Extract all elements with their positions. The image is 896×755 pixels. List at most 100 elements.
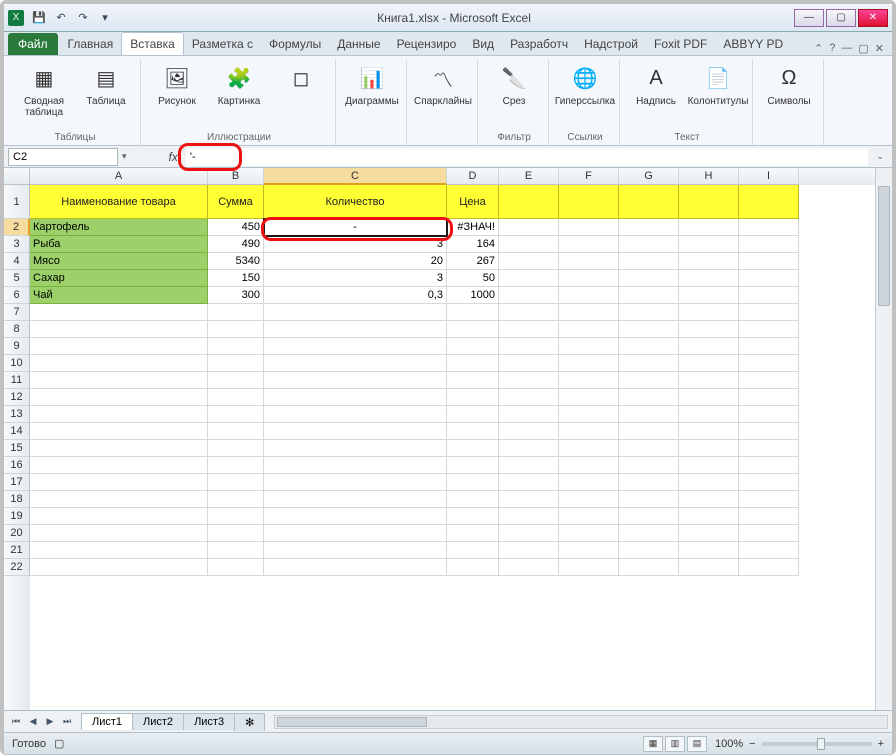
cell[interactable] (679, 185, 739, 219)
cell[interactable] (499, 287, 559, 304)
cell[interactable] (499, 559, 559, 576)
redo-button[interactable]: ↷ (74, 9, 92, 27)
cell[interactable] (264, 508, 447, 525)
cell[interactable] (447, 304, 499, 321)
namebox-dropdown-icon[interactable]: ▾ (122, 151, 127, 162)
cell[interactable] (264, 423, 447, 440)
vertical-scrollbar[interactable] (875, 168, 892, 710)
cell[interactable] (619, 355, 679, 372)
cell[interactable] (619, 270, 679, 287)
cell[interactable] (619, 219, 679, 236)
new-sheet-button[interactable]: ✻ (234, 713, 265, 731)
cell[interactable] (499, 525, 559, 542)
row-header-1[interactable]: 1 (4, 185, 30, 219)
cell[interactable] (619, 457, 679, 474)
cell[interactable] (447, 525, 499, 542)
cell[interactable] (739, 321, 799, 338)
cell[interactable] (447, 321, 499, 338)
cell[interactable] (447, 542, 499, 559)
cell[interactable] (679, 355, 739, 372)
cell[interactable] (679, 440, 739, 457)
ribbon-minimize-icon[interactable]: ⌃ (814, 42, 823, 55)
row-header-13[interactable]: 13 (4, 406, 30, 423)
cell[interactable] (619, 372, 679, 389)
cell[interactable] (30, 338, 208, 355)
cell[interactable] (679, 423, 739, 440)
row-header-6[interactable]: 6 (4, 287, 30, 304)
column-header-B[interactable]: B (208, 168, 264, 185)
cell[interactable]: Картофель (30, 219, 208, 236)
cell[interactable] (499, 355, 559, 372)
cell[interactable] (739, 389, 799, 406)
cell[interactable] (447, 338, 499, 355)
cell[interactable] (619, 304, 679, 321)
cell[interactable] (447, 423, 499, 440)
row-header-18[interactable]: 18 (4, 491, 30, 508)
cell[interactable] (447, 508, 499, 525)
cell[interactable]: 50 (447, 270, 499, 287)
cells-area[interactable]: Наименование товараСуммаКоличествоЦенаКа… (30, 185, 875, 710)
cell[interactable] (619, 389, 679, 406)
tab-review[interactable]: Рецензиро (389, 33, 465, 55)
cell[interactable] (559, 372, 619, 389)
cell[interactable] (619, 338, 679, 355)
fx-icon[interactable]: fx (165, 150, 182, 164)
save-button[interactable]: 💾 (30, 9, 48, 27)
macro-record-icon[interactable]: ▢ (54, 737, 64, 750)
cell[interactable] (619, 440, 679, 457)
cell[interactable] (619, 559, 679, 576)
cell[interactable] (679, 321, 739, 338)
sparklines-button[interactable]: 〽Спарклайны (415, 60, 471, 107)
cell[interactable] (739, 372, 799, 389)
formula-expand-icon[interactable]: ⌄ (872, 151, 888, 162)
cell[interactable] (499, 219, 559, 236)
picture-button[interactable]: 🖼Рисунок (149, 60, 205, 107)
cell[interactable] (619, 287, 679, 304)
cell[interactable]: 450 (208, 219, 264, 236)
cell[interactable] (679, 236, 739, 253)
row-header-8[interactable]: 8 (4, 321, 30, 338)
cell[interactable] (499, 457, 559, 474)
cell[interactable] (30, 508, 208, 525)
cell[interactable] (208, 304, 264, 321)
row-header-21[interactable]: 21 (4, 542, 30, 559)
cell[interactable] (739, 219, 799, 236)
cell[interactable] (30, 474, 208, 491)
cell[interactable]: Рыба (30, 236, 208, 253)
slicer-button[interactable]: 🔪Срез (486, 60, 542, 107)
cell[interactable] (559, 525, 619, 542)
help-icon[interactable]: ? (829, 42, 835, 55)
cell[interactable] (264, 304, 447, 321)
cell[interactable] (30, 542, 208, 559)
cell[interactable] (679, 406, 739, 423)
cell[interactable] (208, 389, 264, 406)
row-header-16[interactable]: 16 (4, 457, 30, 474)
cell[interactable] (559, 423, 619, 440)
cell[interactable] (739, 287, 799, 304)
cell[interactable] (447, 457, 499, 474)
cell[interactable] (559, 457, 619, 474)
view-pagelayout[interactable]: ▥ (665, 736, 685, 752)
cell[interactable]: 3 (264, 236, 447, 253)
cell[interactable] (447, 389, 499, 406)
tab-foxit[interactable]: Foxit PDF (646, 33, 715, 55)
maximize-button[interactable]: ▢ (826, 9, 856, 27)
undo-button[interactable]: ↶ (52, 9, 70, 27)
cell[interactable] (559, 219, 619, 236)
cell[interactable] (739, 457, 799, 474)
cell[interactable] (447, 559, 499, 576)
pivot-table-button[interactable]: ▦Сводная таблица (16, 60, 72, 118)
cell[interactable] (30, 440, 208, 457)
cell[interactable] (679, 457, 739, 474)
cell[interactable] (679, 542, 739, 559)
tab-home[interactable]: Главная (60, 33, 122, 55)
cell[interactable] (208, 542, 264, 559)
tab-view[interactable]: Вид (464, 33, 502, 55)
row-header-19[interactable]: 19 (4, 508, 30, 525)
cell[interactable] (619, 236, 679, 253)
cell[interactable] (739, 525, 799, 542)
cell[interactable] (739, 270, 799, 287)
cell[interactable] (679, 253, 739, 270)
row-header-2[interactable]: 2 (4, 219, 30, 236)
tab-abbyy[interactable]: ABBYY PD (715, 33, 791, 55)
